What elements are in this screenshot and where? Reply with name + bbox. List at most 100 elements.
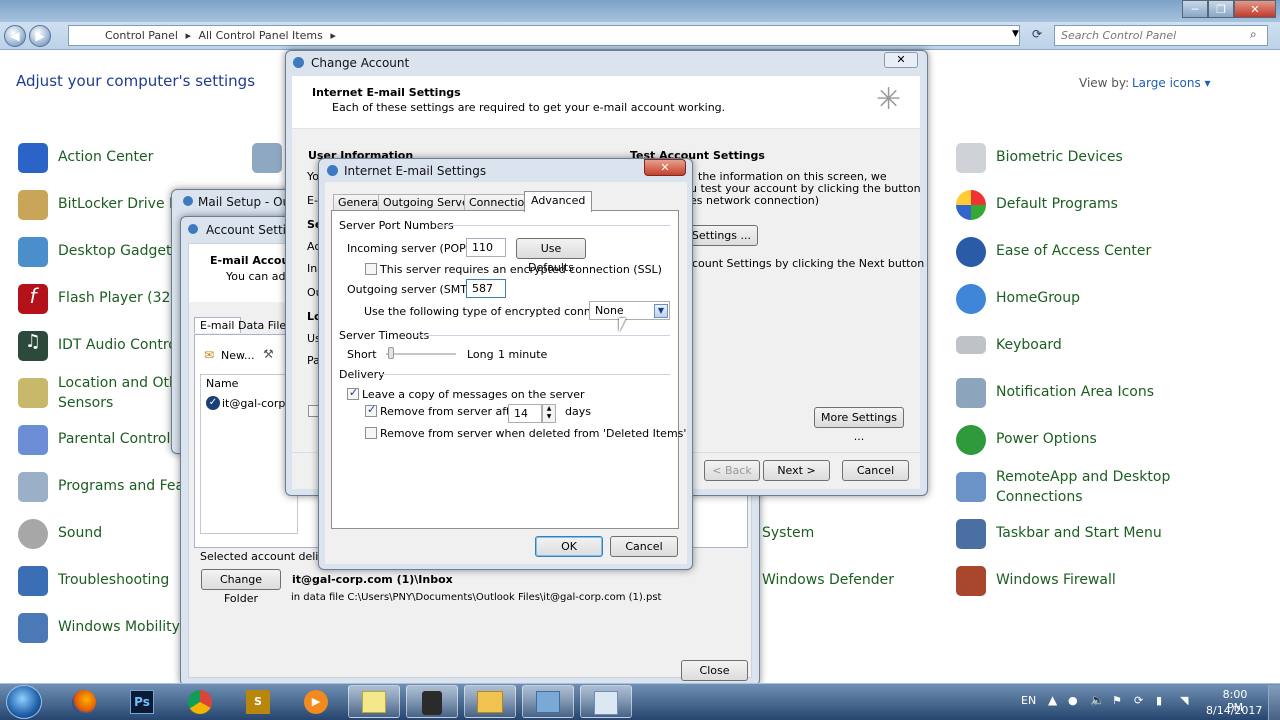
test-account-button[interactable]: t Settings ... [682, 225, 758, 246]
cp-item-homegroup[interactable]: HomeGroup [996, 288, 1080, 308]
change-account-close-button[interactable]: ✕ [884, 52, 918, 68]
section-divider [416, 335, 670, 336]
more-settings-button[interactable]: More Settings ... [814, 407, 904, 443]
incoming-label: Incoming server (POP3): [347, 242, 481, 255]
taskbar-chrome[interactable] [174, 685, 226, 718]
taskbar-media-player[interactable]: ▶ [290, 685, 342, 718]
cp-item-programs[interactable]: Programs and Feat [58, 476, 190, 496]
cp-item-remoteapp[interactable]: RemoteApp and Desktop [996, 467, 1170, 487]
breadcrumb-control-panel[interactable]: Control Panel [105, 29, 178, 42]
dialog-close-button[interactable]: ✕ [644, 159, 686, 176]
repair-icon[interactable]: ⚒ [263, 347, 274, 361]
cp-item-remoteapp-line2[interactable]: Connections [996, 487, 1083, 507]
cp-item-taskbar[interactable]: Taskbar and Start Menu [996, 523, 1162, 543]
data-file-path: in data file C:\Users\PNY\Documents\Outl… [291, 592, 662, 603]
cp-item-ease-of-access[interactable]: Ease of Access Center [996, 241, 1151, 261]
cp-item-keyboard[interactable]: Keyboard [996, 335, 1062, 355]
close-account-settings-button[interactable]: Close [681, 660, 748, 681]
next-button[interactable]: Next > [763, 460, 830, 481]
cp-item-action-center[interactable]: Action Center [58, 147, 153, 167]
new-account-button[interactable]: New... [221, 349, 254, 362]
remove-after-label: Remove from server after [380, 405, 522, 418]
address-field[interactable]: Control Panel ▸ All Control Panel Items … [68, 25, 1020, 46]
search-input[interactable]: Search Control Panel [1054, 25, 1268, 46]
change-account-title: Change Account [311, 56, 410, 70]
remove-after-checkbox[interactable] [365, 403, 377, 417]
label-fragment: In [307, 262, 318, 275]
change-account-heading: Internet E-mail Settings [312, 86, 461, 99]
wifi-icon[interactable]: ◥ [1180, 694, 1188, 707]
leave-copy-checkbox[interactable] [347, 386, 359, 400]
view-by-dropdown[interactable]: Large icons ▾ [1132, 76, 1211, 90]
taskbar-mail-setup[interactable] [580, 685, 632, 718]
cp-item-default-programs[interactable]: Default Programs [996, 194, 1118, 214]
use-defaults-button[interactable]: Use Defaults [516, 238, 586, 274]
cp-item-firewall[interactable]: Windows Firewall [996, 570, 1116, 590]
action-center-icon [18, 143, 48, 173]
minimize-button[interactable]: ─ [1182, 0, 1208, 18]
language-indicator[interactable]: EN [1021, 694, 1036, 707]
show-desktop-button[interactable] [1268, 685, 1280, 720]
dialog-cancel-button[interactable]: Cancel [610, 536, 678, 557]
taskbar-firefox[interactable] [58, 685, 110, 718]
ssl-checkbox[interactable] [365, 263, 377, 275]
start-button[interactable] [6, 685, 42, 719]
days-input[interactable]: 14 [508, 404, 542, 423]
breadcrumb-all-items[interactable]: All Control Panel Items [198, 29, 322, 42]
taskbar-explorer[interactable] [464, 685, 516, 718]
cp-item-sound[interactable]: Sound [58, 523, 102, 543]
days-spinner[interactable]: ▲ ▼ [542, 404, 556, 423]
network-warning-icon[interactable]: ⚑ [1112, 694, 1122, 707]
show-hidden-icons[interactable]: ▲ [1048, 693, 1057, 707]
view-by-label: View by: [1079, 76, 1130, 90]
cp-item-location[interactable]: Location and Othe [58, 373, 186, 393]
address-dropdown-icon[interactable]: ▼ [1012, 29, 1019, 39]
remove-deleted-checkbox[interactable] [365, 427, 377, 439]
cp-item-windows-defender[interactable]: Windows Defender [762, 570, 894, 590]
cp-item-mobility[interactable]: Windows Mobility [58, 617, 180, 637]
sync-icon[interactable]: ⟳ [1134, 694, 1143, 707]
back-button-disabled[interactable]: < Back [704, 460, 760, 481]
refresh-icon[interactable]: ⟳ [1032, 27, 1042, 41]
close-button[interactable]: ✕ [1234, 0, 1276, 18]
battery-icon[interactable]: ▮ [1156, 694, 1162, 707]
cp-item-flash-player[interactable]: Flash Player (32-b [58, 288, 184, 308]
change-folder-button[interactable]: Change Folder [201, 569, 281, 605]
account-list-item[interactable]: it@gal-corp.c [222, 397, 295, 410]
cp-item-biometric[interactable]: Biometric Devices [996, 147, 1123, 167]
timeout-short-label: Short [347, 348, 377, 361]
tray-app-icon[interactable]: ● [1068, 694, 1078, 707]
location-icon [18, 378, 48, 408]
ok-button[interactable]: OK [535, 536, 603, 557]
account-settings-subheading: You can add [226, 270, 293, 283]
incoming-port-input[interactable]: 110 [466, 238, 506, 257]
cp-item-troubleshooting[interactable]: Troubleshooting [58, 570, 169, 590]
label-fragment: E- [307, 194, 318, 207]
new-mail-icon: ✉ [204, 348, 215, 362]
cp-item-bitlocker[interactable]: BitLocker Drive En [58, 194, 187, 214]
tab-advanced[interactable]: Advanced [524, 191, 593, 212]
taskbar-control-panel[interactable] [522, 685, 574, 718]
clock-date[interactable]: 8/14/2017 [1206, 704, 1262, 717]
change-account-cancel-button[interactable]: Cancel [842, 460, 909, 481]
cp-item-location-line2[interactable]: Sensors [58, 393, 113, 413]
dropdown-arrow-icon[interactable]: ▼ [654, 304, 668, 318]
maximize-button[interactable]: ❐ [1208, 0, 1234, 18]
account-settings-icon [188, 224, 198, 234]
volume-icon[interactable]: 🔈 [1090, 693, 1105, 707]
cp-item-system[interactable]: System [762, 523, 814, 543]
cp-item-desktop-gadgets[interactable]: Desktop Gadgets [58, 241, 179, 261]
cp-item-parental-controls[interactable]: Parental Controls [58, 429, 178, 449]
taskbar-app-s[interactable]: S [232, 685, 284, 718]
back-button[interactable]: ◀ [4, 25, 26, 47]
outgoing-port-input[interactable]: 587 [466, 279, 506, 298]
taskbar-photoshop[interactable]: Ps [116, 685, 168, 718]
taskbar-camera[interactable] [406, 685, 458, 718]
cp-item-power-options[interactable]: Power Options [996, 429, 1097, 449]
cp-item-idt-audio[interactable]: IDT Audio Control [58, 335, 181, 355]
taskbar-sticky-notes[interactable] [348, 685, 400, 718]
cp-item-notification[interactable]: Notification Area Icons [996, 382, 1154, 402]
timeout-slider-thumb[interactable] [388, 347, 394, 359]
forward-button[interactable]: ▶ [29, 25, 51, 47]
mail-setup-taskbar-icon [594, 691, 618, 715]
